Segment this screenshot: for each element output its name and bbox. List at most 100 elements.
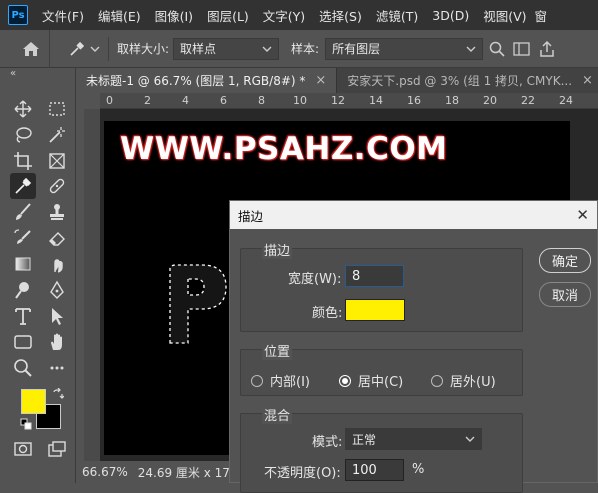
chevron-down-icon [90, 46, 100, 52]
move-tool[interactable] [10, 96, 36, 122]
opacity-value: 100 [352, 462, 377, 478]
canvas-text-layer: WWW.PSAHZ.COM [120, 131, 448, 167]
dodge-tool[interactable] [10, 277, 36, 303]
chevron-down-icon [466, 46, 476, 52]
type-tool[interactable] [10, 303, 36, 329]
more-icon [50, 366, 64, 370]
marquee-tool[interactable] [44, 96, 70, 122]
tools-panel: « [0, 68, 76, 483]
tab-untitled-1[interactable]: 未标题-1 @ 66.7% (图层 1, RGB/8#) * × [76, 68, 338, 93]
menu-file[interactable]: 文件(F) [36, 6, 92, 25]
sample-size-select[interactable]: 取样点 [173, 37, 280, 60]
pen-tool[interactable] [44, 277, 70, 303]
sample-label: 样本: [291, 42, 320, 56]
menu-3d[interactable]: 3D(D) [426, 8, 477, 23]
ruler-tick: 16 [407, 94, 421, 107]
photoshop-logo: Ps [8, 5, 28, 25]
ruler-tick: 14 [369, 94, 383, 107]
close-icon[interactable]: ✕ [576, 206, 589, 224]
screen-mode-button[interactable] [44, 436, 70, 462]
zoom-tool[interactable] [10, 355, 36, 381]
eyedropper-icon [15, 177, 32, 194]
close-icon[interactable]: × [582, 73, 593, 88]
vertical-ruler [84, 109, 100, 461]
menu-filter[interactable]: 滤镜(T) [370, 6, 426, 25]
ruler-tick: 10 [293, 94, 307, 107]
smudge-tool[interactable] [44, 251, 70, 277]
foreground-color-swatch[interactable] [21, 389, 46, 414]
ruler-tick: 8 [258, 94, 265, 107]
close-icon[interactable]: × [315, 73, 326, 88]
zoom-icon [14, 359, 32, 377]
position-outside-radio[interactable]: 居外(U) [431, 371, 496, 390]
healing-brush-tool[interactable] [44, 173, 70, 199]
menu-view[interactable]: 视图(V) [477, 6, 534, 25]
gradient-icon [15, 257, 31, 271]
history-brush-tool[interactable] [10, 225, 36, 251]
default-colors-icon[interactable] [20, 418, 32, 430]
frame-tool[interactable] [44, 148, 70, 174]
hand-tool[interactable] [44, 329, 70, 355]
dialog-title-bar: 描边 ✕ [230, 201, 597, 229]
blend-mode-select[interactable]: 正常 [345, 428, 482, 450]
stroke-color-swatch[interactable] [345, 299, 405, 321]
eyedropper-icon [70, 41, 85, 56]
home-icon [22, 41, 39, 56]
ok-button[interactable]: 确定 [539, 248, 591, 273]
position-center-radio[interactable]: 居中(C) [339, 371, 403, 390]
clone-stamp-tool[interactable] [44, 199, 70, 225]
menu-edit[interactable]: 编辑(E) [92, 6, 149, 25]
opacity-input[interactable]: 100 [345, 459, 404, 481]
blend-mode-value: 正常 [352, 432, 377, 447]
lasso-tool[interactable] [10, 122, 36, 148]
ruler-tick: 6 [220, 94, 227, 107]
menu-window[interactable]: 窗 [535, 6, 548, 25]
crop-icon [14, 152, 32, 170]
menu-select[interactable]: 选择(S) [313, 6, 370, 25]
menu-type[interactable]: 文字(Y) [257, 6, 313, 25]
cancel-button[interactable]: 取消 [539, 282, 591, 307]
tab-anjia-psd[interactable]: 安家天下.psd @ 3% (组 1 拷贝, CMYK... × [337, 68, 598, 93]
magic-wand-tool[interactable] [44, 122, 70, 148]
quick-mask-button[interactable] [10, 436, 36, 462]
zoom-level[interactable]: 66.67% [82, 465, 128, 479]
width-value: 8 [352, 268, 361, 284]
quick-mask-icon [14, 442, 32, 456]
position-inside-radio[interactable]: 内部(I) [251, 371, 310, 390]
pen-icon [50, 280, 64, 299]
eyedropper-tool[interactable] [10, 173, 36, 199]
eraser-icon [49, 232, 65, 246]
home-button[interactable] [12, 29, 50, 68]
radio-dot [251, 374, 263, 387]
menu-image[interactable]: 图像(I) [149, 6, 201, 25]
collapse-icon[interactable]: « [10, 68, 16, 79]
workspace-icon[interactable] [513, 41, 531, 57]
width-input[interactable]: 8 [345, 265, 404, 287]
search-icon[interactable] [489, 41, 505, 57]
swap-colors-icon[interactable] [52, 388, 64, 400]
stroke-group-title: 描边 [262, 240, 293, 259]
magic-wand-icon [49, 127, 65, 143]
divider [108, 36, 109, 61]
ruler-tick: 4 [182, 94, 189, 107]
stroke-dialog: 描边 ✕ 确定 取消 描边 宽度(W): 8 颜色: 位置 内部(I) 居中(C… [229, 200, 598, 493]
gradient-tool[interactable] [10, 251, 36, 277]
shape-tool[interactable] [10, 329, 36, 355]
more-tools[interactable] [44, 355, 70, 381]
brush-icon [16, 203, 31, 220]
sample-size-value: 取样点 [180, 42, 217, 56]
eyedropper-tool-preset[interactable] [68, 40, 100, 58]
crop-tool[interactable] [10, 148, 36, 174]
hand-icon [51, 333, 62, 350]
ruler-tick: 18 [445, 94, 459, 107]
ruler-tick: 2 [144, 94, 151, 107]
share-icon[interactable] [539, 40, 555, 57]
brush-tool[interactable] [10, 199, 36, 225]
radio-label: 居中(C) [358, 375, 404, 390]
path-selection-tool[interactable] [44, 303, 70, 329]
sample-select[interactable]: 所有图层 [325, 37, 484, 60]
eraser-tool[interactable] [44, 225, 70, 251]
ruler-tick: 0 [106, 94, 113, 107]
menu-layer[interactable]: 图层(L) [201, 6, 257, 25]
ruler-tick: 22 [521, 94, 535, 107]
